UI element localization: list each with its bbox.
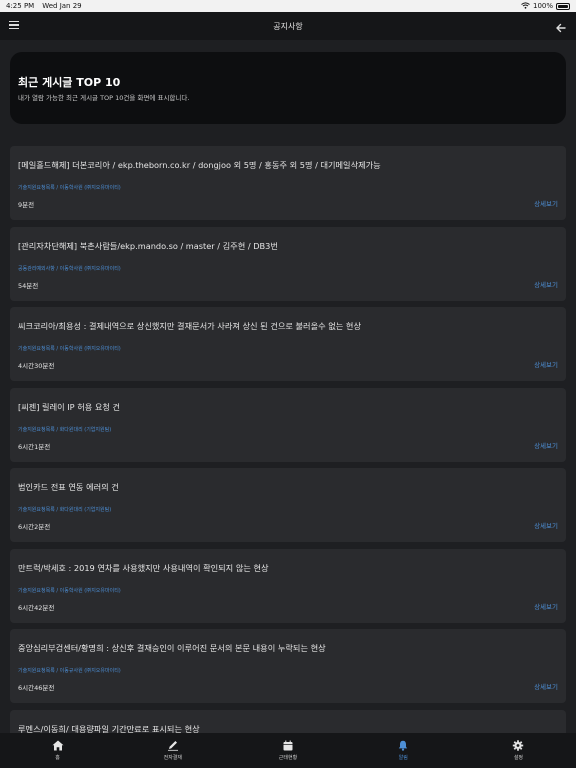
detail-link[interactable]: 상세보기	[534, 359, 558, 369]
post-title: 중앙심리부검센터/황명희 : 상신후 결재승인이 이루어진 문서의 본문 내용이…	[18, 643, 326, 653]
post-list: [메일홀드해제] 더본코리아 / ekp.theborn.co.kr / don…	[10, 146, 566, 768]
tab-attendance[interactable]: 근태현황	[230, 733, 345, 768]
gear-icon	[512, 740, 524, 751]
back-arrow-icon[interactable]	[555, 19, 567, 33]
nav-bar: 공지사항	[0, 12, 576, 40]
detail-link[interactable]: 상세보기	[534, 601, 558, 611]
post-time: 6시간1분전	[18, 442, 51, 451]
post-time: 9분전	[18, 201, 35, 209]
tab-settings[interactable]: 설정	[461, 733, 576, 768]
detail-link[interactable]: 상세보기	[534, 520, 558, 530]
post-time: 54분전	[18, 281, 39, 290]
menu-icon[interactable]	[9, 19, 19, 31]
post-category: 기술지원요청목록 / 화다윈대리 (기업지원팀)	[18, 507, 112, 513]
post-title: [씨젠] 릴레이 IP 허용 요청 건	[18, 401, 121, 412]
pencil-icon	[167, 740, 179, 751]
status-time: 4:25 PM	[6, 2, 35, 10]
top10-banner: 최근 게시글 TOP 10 내가 열람 가능한 최근 게시글 TOP 10건을 …	[10, 52, 566, 124]
detail-link[interactable]: 상세보기	[534, 198, 558, 208]
banner-subtitle: 내가 열람 가능한 최근 게시글 TOP 10건을 화면에 표시합니다.	[18, 94, 190, 102]
detail-link[interactable]: 상세보기	[534, 279, 558, 289]
post-category: 기술지원요청목록 / 이동규사원 (㈜지오유마이티)	[18, 668, 121, 674]
post-title: 만트럭/박세호 : 2019 연차를 사용했지만 사용내역이 확인되지 않는 현…	[18, 562, 269, 573]
post-time: 4시간30분전	[18, 362, 55, 370]
tab-approval[interactable]: 전자결재	[115, 733, 230, 768]
post-time: 6시간2분전	[18, 523, 51, 531]
post-title: 씨크코리아/최용성 : 결제내역으로 상신했지만 결재문서가 사라져 상신 된 …	[18, 321, 361, 331]
post-category: 기술지원요청목록 / 이동학사원 (㈜지오유마이티)	[18, 346, 121, 352]
tab-home[interactable]: 홈	[0, 733, 115, 768]
wifi-icon	[521, 1, 530, 11]
post-category: 기술지원요청목록 / 이동학사원 (㈜지오유마이티)	[18, 185, 121, 191]
tab-label: 홈	[55, 755, 60, 761]
post-time: 6시간42분전	[18, 603, 55, 612]
detail-link[interactable]: 상세보기	[534, 440, 558, 450]
post-card[interactable]: [관리자차단해제] 북촌사람들/ekp.mando.so / master / …	[10, 226, 566, 301]
tab-bar: 홈 전자결재 근태현황 알림 설정	[0, 733, 576, 768]
status-bar: 4:25 PM Wed Jan 29 100%	[0, 0, 576, 12]
tab-label: 전자결재	[163, 755, 182, 761]
post-title: [메일홀드해제] 더본코리아 / ekp.theborn.co.kr / don…	[18, 160, 381, 170]
post-card[interactable]: 중앙심리부검센터/황명희 : 상신후 결재승인이 이루어진 문서의 본문 내용이…	[10, 629, 566, 703]
tab-label: 근태현황	[278, 755, 298, 761]
banner-title: 최근 게시글 TOP 10	[18, 76, 121, 89]
tab-label: 알림	[398, 755, 408, 761]
post-card[interactable]: 만트럭/박세호 : 2019 연차를 사용했지만 사용내역이 확인되지 않는 현…	[10, 548, 566, 623]
post-time: 6시간46분전	[18, 684, 55, 692]
page-title: 공지사항	[273, 21, 303, 31]
bell-icon	[397, 740, 409, 751]
post-card[interactable]: [메일홀드해제] 더본코리아 / ekp.theborn.co.kr / don…	[10, 146, 566, 220]
detail-link[interactable]: 상세보기	[534, 681, 558, 691]
post-category: 기술지원요청목록 / 이동학사원 (㈜지오유마이티)	[18, 587, 121, 594]
post-card[interactable]: [씨젠] 릴레이 IP 허용 요청 건 기술지원요청목록 / 화다윈대리 (기업…	[10, 387, 566, 462]
calendar-icon	[282, 740, 294, 751]
post-card[interactable]: 씨크코리아/최용성 : 결제내역으로 상신했지만 결재문서가 사라져 상신 된 …	[10, 307, 566, 381]
post-card[interactable]: 법인카드 전표 연동 에러의 건 기술지원요청목록 / 화다윈대리 (기업지원팀…	[10, 468, 566, 542]
tab-notifications[interactable]: 알림	[346, 733, 461, 768]
tab-label: 설정	[513, 755, 524, 761]
post-title: [관리자차단해제] 북촌사람들/ekp.mando.so / master / …	[18, 240, 278, 251]
post-category: 공동관리예외사항 / 이동학사원 (㈜지오유마이티)	[18, 265, 121, 272]
home-icon	[52, 740, 64, 751]
status-date: Wed Jan 29	[42, 2, 82, 10]
battery-icon	[556, 2, 570, 10]
post-category: 기술지원요청목록 / 화다윈대리 (기업지원팀)	[18, 426, 112, 433]
post-title: 법인카드 전표 연동 에러의 건	[18, 482, 119, 492]
battery-percent: 100%	[532, 2, 553, 10]
